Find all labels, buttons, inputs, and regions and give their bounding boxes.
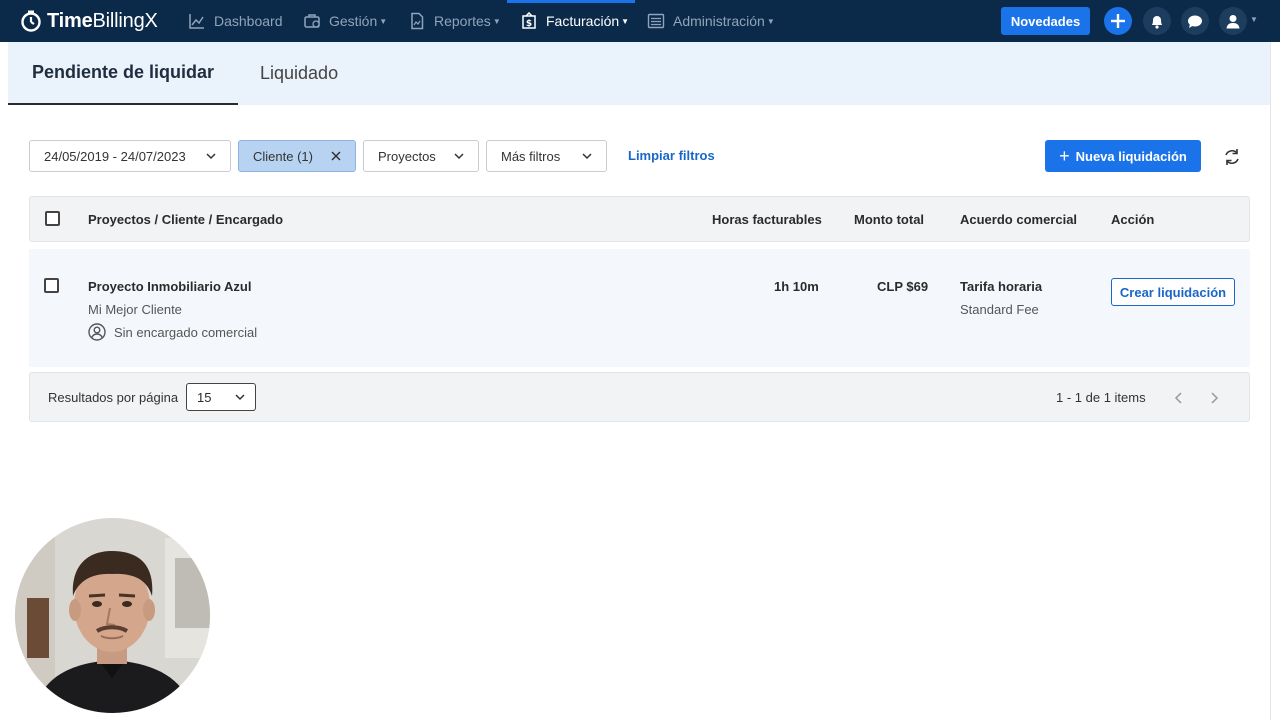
billing-icon: $: [522, 12, 536, 29]
client-filter-label: Cliente (1): [253, 148, 313, 164]
manager-info: Sin encargado comercial: [88, 323, 257, 341]
client-name: Mi Mejor Cliente: [88, 302, 182, 317]
nav-reportes[interactable]: Reportes ▼: [408, 0, 501, 42]
novedades-button[interactable]: Novedades: [1001, 7, 1090, 35]
plus-icon: [1111, 14, 1125, 28]
close-icon[interactable]: [331, 151, 341, 161]
total-amount: CLP $69: [877, 279, 929, 294]
clear-filters-link[interactable]: Limpiar filtros: [628, 148, 715, 163]
more-filters-label: Más filtros: [501, 148, 561, 164]
notifications-button[interactable]: [1143, 7, 1171, 35]
projects-filter-label: Proyectos: [378, 148, 436, 164]
chevron-down-icon: ▼: [492, 16, 501, 26]
bell-icon: [1152, 15, 1162, 29]
clock-logo-icon: [21, 10, 41, 32]
billable-hours: 1h 10m: [774, 279, 819, 294]
tab-pendiente[interactable]: Pendiente de liquidar: [8, 42, 238, 105]
header-project[interactable]: Proyectos / Cliente / Encargado: [88, 197, 283, 241]
chevron-down-icon: [582, 153, 592, 160]
brand-logo[interactable]: TimeBillingX: [20, 8, 158, 34]
pagination-bar: Resultados por página 15 1 - 1 de 1 item…: [29, 372, 1250, 422]
client-filter[interactable]: Cliente (1): [238, 140, 356, 172]
nav-reportes-label: Reportes: [434, 13, 491, 29]
messages-button[interactable]: [1181, 7, 1209, 35]
svg-text:$: $: [526, 19, 532, 29]
nav-dashboard[interactable]: Dashboard: [188, 0, 283, 42]
nav-administracion[interactable]: Administración ▼: [647, 0, 775, 42]
per-page-value: 15: [197, 389, 212, 405]
add-button[interactable]: [1104, 7, 1132, 35]
tab-bar: Pendiente de liquidar Liquidado: [8, 42, 1270, 105]
row-checkbox[interactable]: [44, 278, 59, 293]
plus-icon: +: [1059, 145, 1070, 166]
new-settlement-label: Nueva liquidación: [1075, 148, 1187, 164]
nav-facturacion-label: Facturación: [546, 13, 620, 29]
refresh-icon[interactable]: [1222, 147, 1242, 167]
project-name[interactable]: Proyecto Inmobiliario Azul: [88, 279, 251, 294]
header-agreement[interactable]: Acuerdo comercial: [960, 197, 1077, 241]
chevron-down-icon: [454, 153, 464, 160]
tab-liquidado[interactable]: Liquidado: [260, 42, 338, 105]
new-settlement-button[interactable]: + Nueva liquidación: [1045, 140, 1201, 172]
manager-name: Sin encargado comercial: [114, 324, 258, 340]
select-all-checkbox[interactable]: [45, 211, 60, 226]
chat-icon: [1188, 15, 1202, 28]
header-amount[interactable]: Monto total: [854, 197, 924, 241]
brand-name-thin: Billing: [92, 9, 145, 32]
chevron-down-icon[interactable]: ▼: [1250, 15, 1258, 24]
nav-facturacion[interactable]: $ Facturación ▼: [520, 0, 629, 42]
user-circle-icon: [88, 323, 106, 341]
user-icon: [1226, 14, 1240, 28]
pagination-range: 1 - 1 de 1 items: [1056, 390, 1146, 405]
brand-name-x: X: [144, 9, 158, 32]
table-row: Proyecto Inmobiliario Azul Mi Mejor Clie…: [29, 249, 1250, 367]
report-icon: [411, 12, 424, 30]
chevron-down-icon: ▼: [766, 16, 775, 26]
chart-line-icon: [189, 14, 204, 29]
presenter-video-image: [15, 518, 210, 713]
date-range-filter[interactable]: 24/05/2019 - 24/07/2023: [29, 140, 231, 172]
create-settlement-button[interactable]: Crear liquidación: [1111, 278, 1235, 306]
per-page-select[interactable]: 15: [186, 383, 256, 411]
chevron-right-icon[interactable]: [1209, 391, 1219, 405]
table-header: Proyectos / Cliente / Encargado Horas fa…: [29, 196, 1250, 242]
chevron-down-icon: ▼: [379, 16, 388, 26]
more-filters[interactable]: Más filtros: [486, 140, 607, 172]
nav-administracion-label: Administración: [673, 13, 765, 29]
brand-name-bold: Time: [47, 9, 93, 32]
header-hours[interactable]: Horas facturables: [712, 197, 822, 241]
top-nav: TimeBillingX Dashboard Gestión ▼ Reportes…: [0, 0, 1280, 42]
nav-gestion-label: Gestión: [329, 13, 378, 29]
page-edge: [1270, 42, 1280, 720]
nav-dashboard-label: Dashboard: [214, 13, 283, 29]
per-page-label: Resultados por página: [48, 390, 179, 405]
webcam-overlay: [15, 518, 210, 713]
agreement-fee: Standard Fee: [960, 302, 1039, 317]
nav-gestion[interactable]: Gestión ▼: [303, 0, 387, 42]
briefcase-icon: [304, 14, 320, 28]
projects-filter[interactable]: Proyectos: [363, 140, 479, 172]
header-action: Acción: [1111, 211, 1155, 227]
date-range-value: 24/05/2019 - 24/07/2023: [44, 148, 186, 164]
chevron-down-icon: [206, 153, 216, 160]
chevron-down-icon: [235, 394, 245, 401]
list-icon: [647, 13, 665, 29]
agreement-type: Tarifa horaria: [960, 279, 1043, 294]
chevron-left-icon[interactable]: [1174, 391, 1184, 405]
user-menu-button[interactable]: [1219, 7, 1247, 35]
chevron-down-icon: ▼: [621, 16, 630, 26]
